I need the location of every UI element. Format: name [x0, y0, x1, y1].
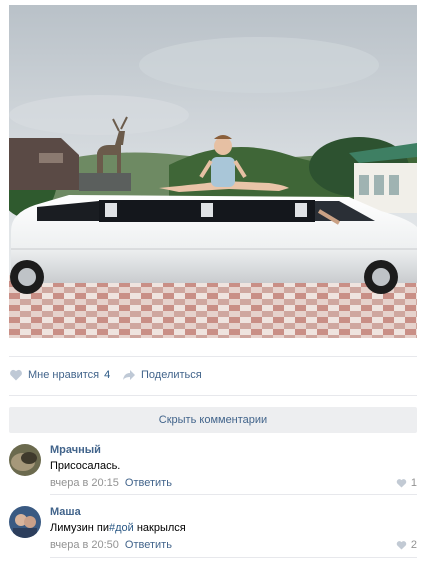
comment-meta: вчера в 20:15 Ответить	[50, 477, 172, 489]
comment-like-button[interactable]: 1	[396, 477, 417, 489]
reply-button[interactable]: Ответить	[125, 539, 172, 551]
heart-icon	[9, 368, 23, 382]
reply-button[interactable]: Ответить	[125, 477, 172, 489]
comment-like-count: 1	[410, 477, 417, 489]
hashtag-link[interactable]: #дой	[109, 522, 134, 534]
share-arrow-icon	[122, 368, 136, 382]
like-button[interactable]: Мне нравится 4	[9, 365, 110, 385]
comment-text-before: Лимузин пи	[50, 522, 109, 534]
comment-item: Мрачный Присосалась. вчера в 20:15 Ответи…	[9, 444, 417, 504]
comment-divider-bottom	[50, 557, 417, 558]
post-actions: Мне нравится 4 Поделиться	[9, 365, 417, 385]
comment-like-count: 2	[410, 539, 417, 551]
share-button[interactable]: Поделиться	[122, 365, 202, 385]
post-divider-top	[9, 356, 417, 357]
avatar[interactable]	[9, 506, 41, 538]
comment-text-after: накрылся	[133, 522, 186, 534]
share-label: Поделиться	[141, 369, 202, 381]
like-count: 4	[104, 369, 111, 381]
comment-divider	[50, 494, 417, 495]
comment-author[interactable]: Мрачный	[50, 444, 101, 456]
comment-date[interactable]: вчера в 20:50	[50, 539, 119, 551]
hide-comments-button[interactable]: Скрыть комментарии	[9, 407, 417, 433]
comment-text: Лимузин пи#дой накрылся	[50, 522, 186, 534]
heart-icon	[396, 479, 407, 488]
heart-icon	[396, 541, 407, 550]
post-divider-bottom	[9, 395, 417, 396]
post-photo[interactable]	[9, 5, 417, 338]
comment-meta: вчера в 20:50 Ответить	[50, 539, 172, 551]
comment-text: Присосалась.	[50, 460, 121, 472]
comment-like-button[interactable]: 2	[396, 539, 417, 551]
like-label: Мне нравится	[28, 369, 100, 381]
limousine-photo-image	[9, 5, 417, 338]
comment-author[interactable]: Маша	[50, 506, 81, 518]
comment-date[interactable]: вчера в 20:15	[50, 477, 119, 489]
avatar[interactable]	[9, 444, 41, 476]
